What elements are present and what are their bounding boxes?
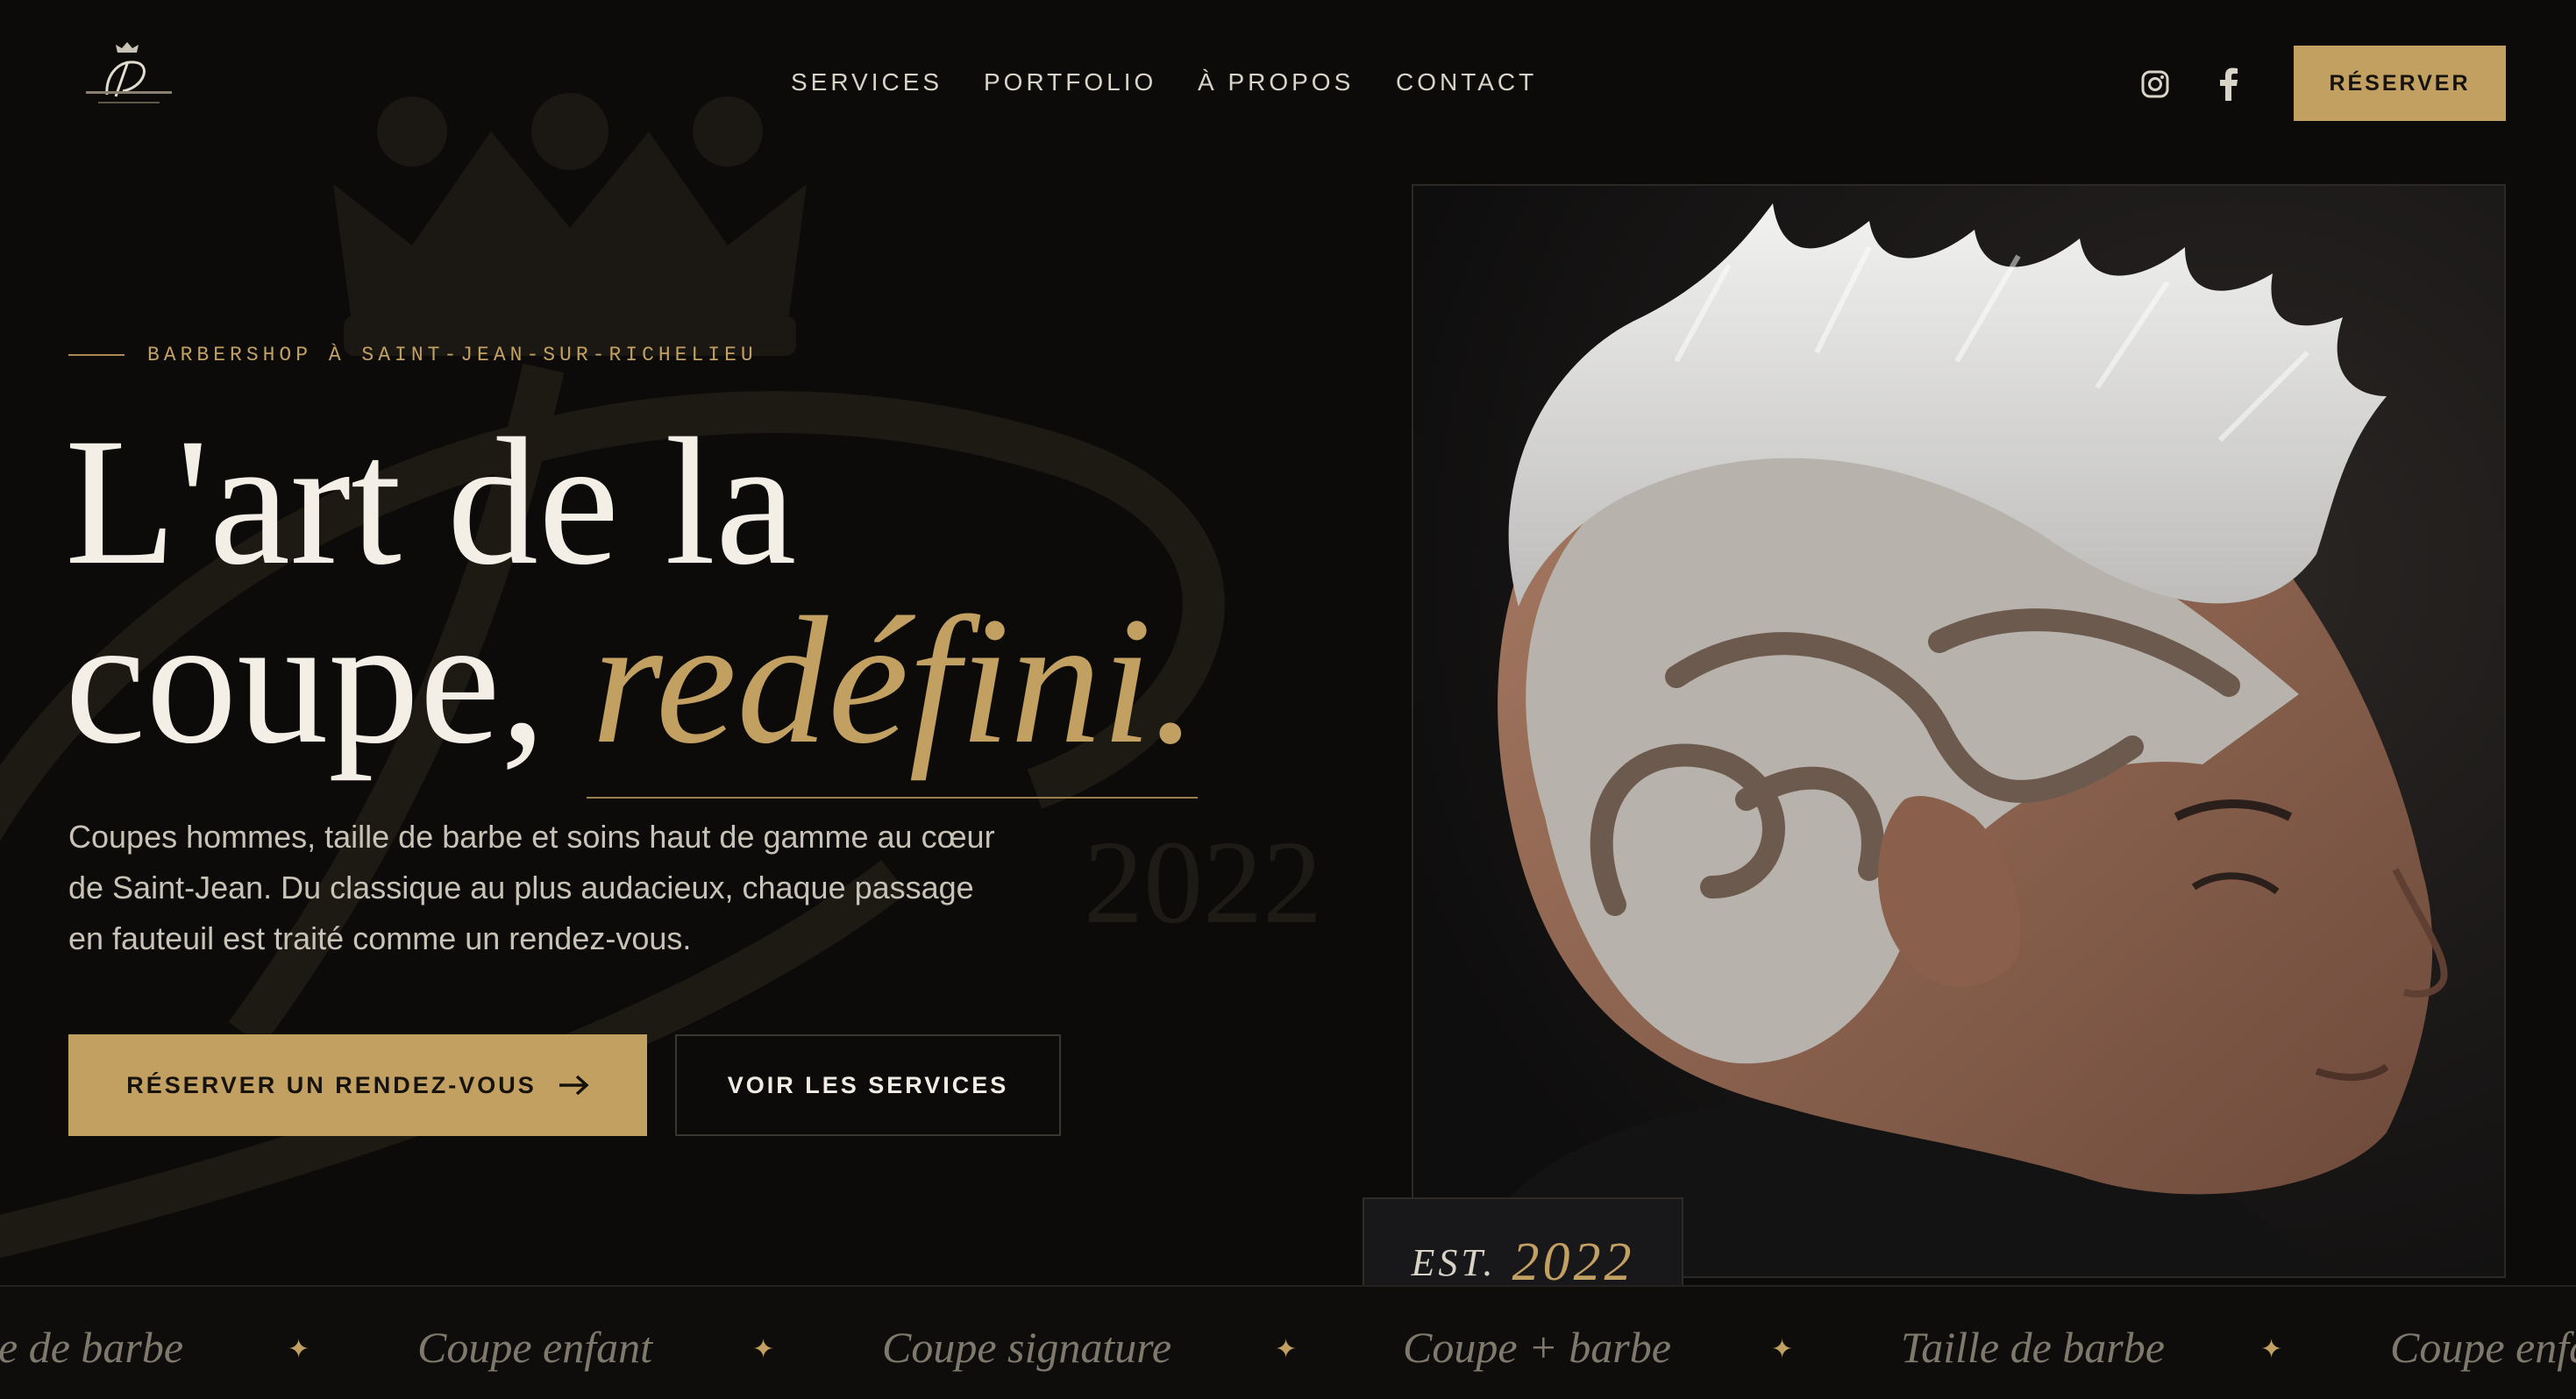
headline-accent-text: redéfini. xyxy=(591,579,1198,781)
view-services-button[interactable]: VOIR LES SERVICES xyxy=(675,1034,1061,1136)
hero-eyebrow: BARBERSHOP À SAINT-JEAN-SUR-RICHELIEU xyxy=(68,344,758,366)
facebook-icon[interactable] xyxy=(2211,67,2246,102)
nav-about[interactable]: À PROPOS xyxy=(1198,68,1354,96)
services-marquee: e de barbe ✦ Coupe enfant ✦ Coupe signat… xyxy=(0,1285,2576,1399)
nav-contact[interactable]: CONTACT xyxy=(1396,68,1537,96)
eyebrow-text: BARBERSHOP À SAINT-JEAN-SUR-RICHELIEU xyxy=(147,344,758,366)
sparkle-icon: ✦ xyxy=(1275,1335,1298,1364)
badge-est-label: EST. xyxy=(1411,1240,1497,1284)
sparkle-icon: ✦ xyxy=(2260,1335,2283,1364)
hero-headline: L'art de la coupe, redéfini. xyxy=(65,401,1198,771)
headline-line-1: L'art de la xyxy=(65,401,797,602)
sparkle-icon: ✦ xyxy=(1771,1335,1794,1364)
sparkle-icon: ✦ xyxy=(752,1335,775,1364)
badge-year: 2022 xyxy=(1512,1232,1635,1292)
eyebrow-rule xyxy=(68,354,125,356)
hero-description: Coupes hommes, taille de barbe et soins … xyxy=(68,819,995,956)
marquee-item: e de barbe xyxy=(0,1323,184,1372)
instagram-icon[interactable] xyxy=(2138,67,2173,102)
marquee-item: Coupe enfa xyxy=(2390,1323,2576,1372)
marquee-item: Coupe + barbe xyxy=(1403,1323,1671,1372)
book-appointment-button[interactable]: RÉSERVER UN RENDEZ-VOUS xyxy=(68,1034,647,1136)
main-navigation: SERVICES PORTFOLIO À PROPOS CONTACT xyxy=(0,68,2576,103)
sparkle-icon: ✦ xyxy=(288,1335,310,1364)
book-appointment-label: RÉSERVER UN RENDEZ-VOUS xyxy=(126,1071,537,1098)
marquee-item: Taille de barbe xyxy=(1901,1323,2165,1372)
hero-portrait-image xyxy=(1412,184,2506,1278)
watermark-year: 2022 xyxy=(1084,817,1322,948)
headline-line-2: coupe, redéfini. xyxy=(65,589,1198,771)
haircut-portrait-illustration xyxy=(1413,186,2504,1276)
marquee-item: Coupe enfant xyxy=(417,1323,653,1372)
reserve-button[interactable]: RÉSERVER xyxy=(2294,46,2506,121)
headline-plain-text: coupe, xyxy=(65,579,592,781)
nav-portfolio[interactable]: PORTFOLIO xyxy=(984,68,1156,96)
marquee-item: Coupe signature xyxy=(882,1323,1172,1372)
arrow-right-icon xyxy=(559,1075,589,1096)
nav-services[interactable]: SERVICES xyxy=(791,68,943,96)
